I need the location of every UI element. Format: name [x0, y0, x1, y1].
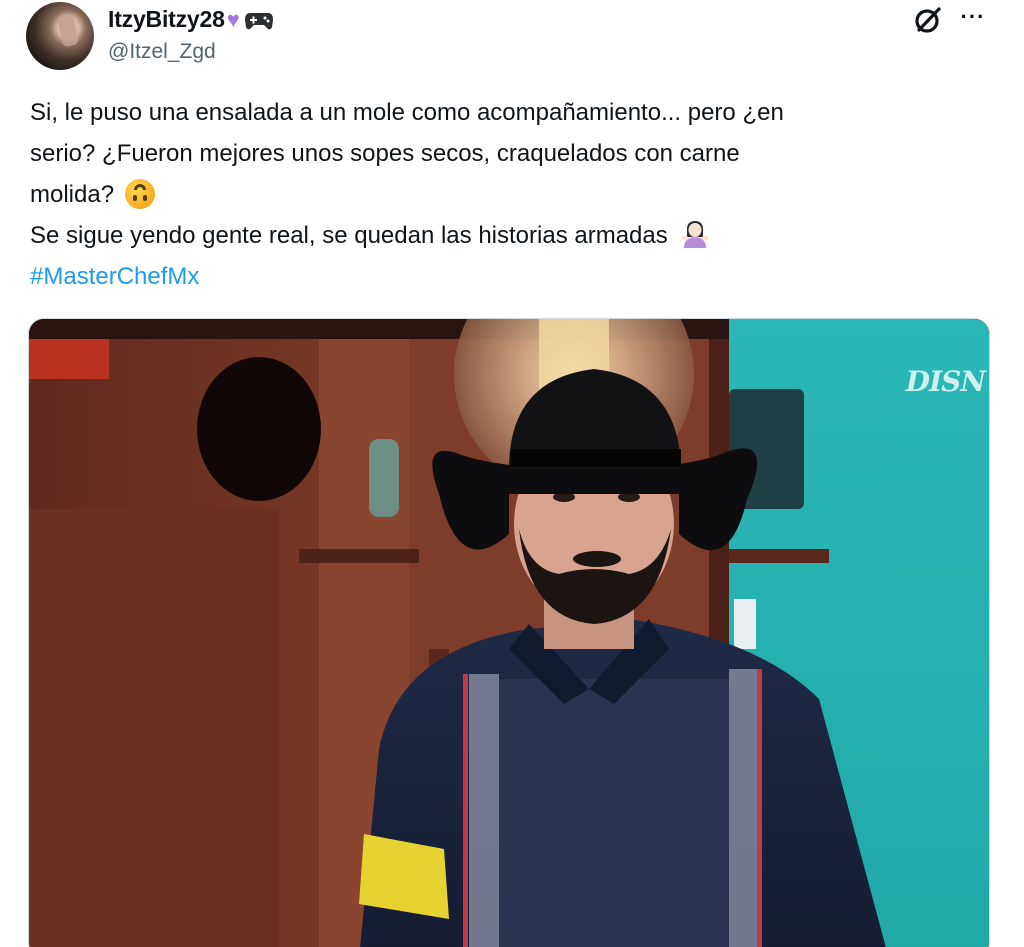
avatar[interactable] [26, 2, 94, 70]
tweet-line: Se sigue yendo gente real, se quedan las… [30, 215, 990, 256]
author-handle[interactable]: @Itzel_Zgd [108, 40, 216, 64]
tweet-card: ItzyBitzy28 ♥ @Itzel_Zgd ··· Si, le puso… [0, 0, 1024, 947]
author-name-text: ItzyBitzy28 [108, 6, 225, 32]
author-display-name[interactable]: ItzyBitzy28 ♥ [108, 6, 274, 33]
tweet-line: Si, le puso una ensalada a un mole como … [30, 99, 784, 126]
tweet-text: Si, le puso una ensalada a un mole como … [30, 92, 990, 297]
hashtag-text[interactable]: #MasterChefMx [30, 263, 199, 290]
tweet-line: molida? [30, 174, 990, 215]
grok-icon[interactable] [912, 4, 944, 36]
photo-illustration [29, 319, 989, 947]
tweet-line-text: Se sigue yendo gente real, se quedan las… [30, 222, 668, 249]
tweet-media-image[interactable]: DISN [28, 318, 990, 947]
streaming-watermark: DISN [905, 365, 986, 398]
upside-down-face-icon [124, 179, 155, 209]
game-controller-icon [244, 9, 274, 31]
tweet-line-text: molida? [30, 181, 115, 208]
hashtag-link[interactable]: #MasterChefMx [30, 256, 990, 297]
purple-heart-icon: ♥ [226, 6, 240, 32]
more-options-icon[interactable]: ··· [958, 2, 988, 32]
woman-shrugging-icon [680, 218, 710, 250]
avatar-phone-hand [57, 14, 79, 48]
tweet-line: serio? ¿Fueron mejores unos sopes secos,… [30, 140, 740, 167]
